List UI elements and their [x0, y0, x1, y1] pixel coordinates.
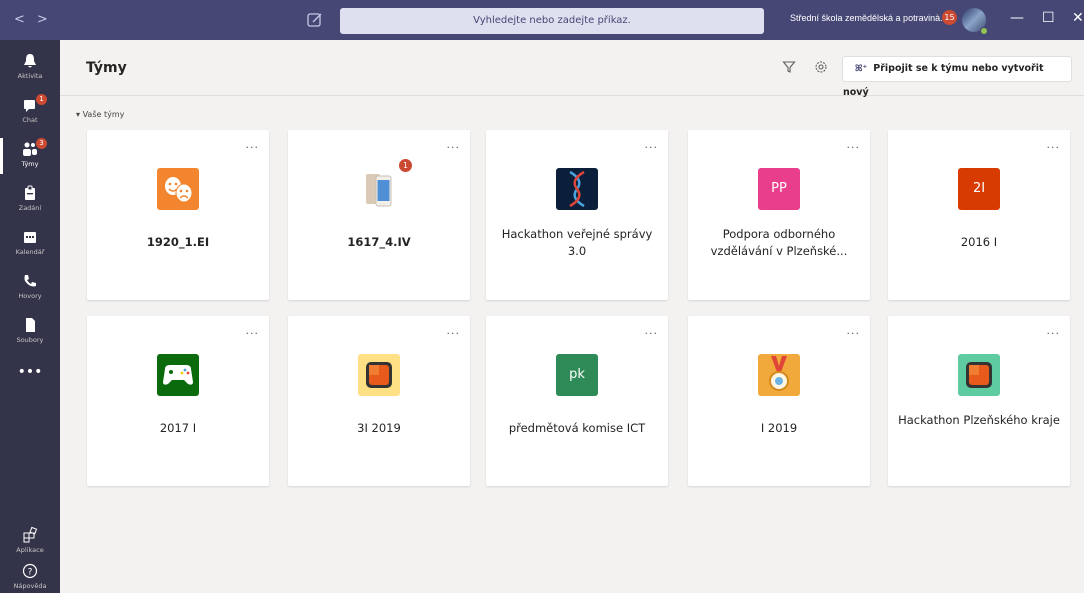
rail-item-label: Chat: [22, 116, 38, 124]
chat-badge: 1: [36, 94, 47, 105]
rail-item-label: Nápověda: [13, 582, 47, 590]
gear-icon[interactable]: [814, 60, 828, 74]
team-card[interactable]: ... PP Podpora odborného vzdělávání v Pl…: [688, 130, 870, 300]
rail-item-label: Kalendář: [15, 248, 45, 256]
minimize-button[interactable]: —: [1010, 10, 1024, 26]
search-input[interactable]: Vyhledejte nebo zadejte příkaz.: [340, 8, 764, 34]
svg-text:?: ?: [28, 568, 33, 578]
team-name: 2017 I: [159, 421, 197, 435]
team-initials: 2I: [958, 168, 1000, 210]
more-options-icon[interactable]: ...: [447, 138, 461, 151]
rail-item-label: Hovory: [18, 292, 42, 300]
rail-item-files[interactable]: Soubory: [0, 310, 60, 354]
team-card[interactable]: ... 1 1617_4.IV: [288, 130, 470, 300]
phone-image-icon: [366, 174, 392, 207]
theater-masks-icon: [157, 168, 199, 210]
more-apps-button[interactable]: •••: [0, 364, 60, 380]
more-options-icon[interactable]: ...: [1047, 138, 1061, 151]
team-name: 3I 2019: [357, 421, 401, 435]
org-name[interactable]: Střední škola zemědělská a potravinà...: [790, 13, 948, 23]
more-options-icon[interactable]: ...: [246, 138, 260, 151]
more-options-icon[interactable]: ...: [847, 324, 861, 337]
team-initials: pk: [556, 354, 598, 396]
team-card[interactable]: ... 1920_1.EI: [87, 130, 269, 300]
section-your-teams[interactable]: Vaše týmy: [76, 110, 125, 119]
history-nav[interactable]: <>: [14, 12, 60, 27]
join-or-create-team-button[interactable]: ꕤ⁺ Připojit se k týmu nebo vytvořit nový: [842, 56, 1072, 98]
team-card[interactable]: ... Hackathon veřejné správy 3.0: [486, 130, 668, 300]
rail-item-label: Aktivita: [17, 72, 43, 80]
rail-item-label: Aplikace: [16, 546, 44, 554]
team-card[interactable]: ... 3I 2019: [288, 316, 470, 486]
page-title: Týmy: [86, 60, 127, 76]
notification-badge: 1: [399, 159, 412, 172]
more-options-icon[interactable]: ...: [246, 324, 260, 337]
gamepad-icon: [157, 354, 199, 396]
compose-icon[interactable]: [306, 11, 324, 29]
team-name: 1920_1.EI: [146, 235, 210, 249]
team-name: I 2019: [760, 421, 798, 435]
rail-item-activity[interactable]: Aktivita: [0, 46, 60, 90]
team-card[interactable]: ... 2I 2016 I: [888, 130, 1070, 300]
rail-item-teams[interactable]: 3 Týmy: [0, 134, 60, 178]
more-options-icon[interactable]: ...: [447, 324, 461, 337]
teams-header: Týmy ꕤ⁺ Připojit se k týmu nebo vytvořit …: [60, 40, 1084, 98]
team-card[interactable]: ... Hackathon Plzeňského kraje: [888, 316, 1070, 486]
rail-item-calendar[interactable]: Kalendář: [0, 222, 60, 266]
join-team-icon: ꕤ⁺: [855, 64, 868, 74]
team-name: Hackathon veřejné správy 3.0: [501, 227, 653, 258]
team-card[interactable]: ... I 2019: [688, 316, 870, 486]
rail-item-calls[interactable]: Hovory: [0, 266, 60, 310]
presence-status-icon: [980, 27, 988, 35]
calendar-icon: [24, 232, 36, 243]
help-icon: ?: [22, 563, 38, 579]
org-notification-badge: 15: [942, 10, 957, 25]
title-bar: <> Vyhledejte nebo zadejte příkaz. Střed…: [0, 0, 1084, 40]
more-options-icon[interactable]: ...: [847, 138, 861, 151]
phone-icon: [24, 275, 36, 287]
team-name: 1617_4.IV: [347, 235, 411, 249]
office-square-icon: [958, 354, 1000, 396]
app-rail: Aktivita 1 Chat 3 Týmy Zadání Kalendář H…: [0, 40, 60, 593]
close-button[interactable]: ✕: [1072, 10, 1084, 26]
files-icon: [26, 318, 35, 332]
assignments-icon: [25, 185, 35, 200]
apps-icon: [23, 526, 38, 543]
filter-icon[interactable]: [782, 60, 796, 74]
team-name: Hackathon Plzeňského kraje: [898, 413, 1060, 427]
maximize-button[interactable]: ☐: [1042, 10, 1055, 26]
rail-item-assignments[interactable]: Zadání: [0, 178, 60, 222]
more-options-icon[interactable]: ...: [645, 324, 659, 337]
rail-item-label: Soubory: [16, 336, 44, 344]
team-card[interactable]: ... 2017 I: [87, 316, 269, 486]
team-card[interactable]: ... pk předmětová komise ICT: [486, 316, 668, 486]
rail-item-label: Zadání: [18, 204, 42, 212]
team-name: předmětová komise ICT: [508, 421, 646, 435]
office-square-icon: [358, 354, 400, 396]
more-options-icon[interactable]: ...: [1047, 324, 1061, 337]
rail-item-help[interactable]: ? Nápověda: [0, 556, 60, 593]
team-initials: PP: [758, 168, 800, 210]
team-name: 2016 I: [960, 235, 998, 249]
bell-icon: [24, 54, 36, 68]
more-options-icon[interactable]: ...: [645, 138, 659, 151]
teams-badge: 3: [36, 138, 47, 149]
team-name: Podpora odborného vzdělávání v Plzeňské.…: [710, 227, 848, 258]
medal-icon: [758, 354, 800, 396]
dna-icon: [556, 168, 598, 210]
rail-item-label: Týmy: [21, 160, 39, 168]
join-button-label: Připojit se k týmu nebo vytvořit nový: [843, 63, 1044, 98]
rail-item-chat[interactable]: 1 Chat: [0, 90, 60, 134]
